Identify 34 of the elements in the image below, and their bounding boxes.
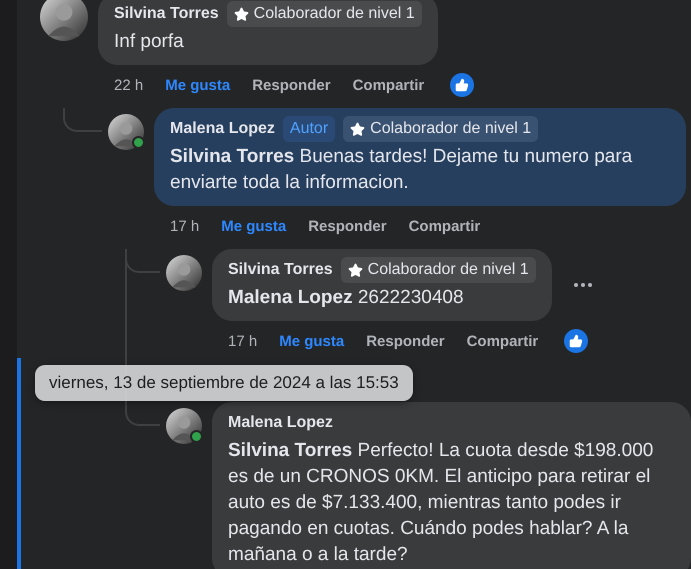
avatar[interactable]	[40, 0, 88, 41]
author-name[interactable]: Silvina Torres	[228, 261, 333, 279]
comment-text: Malena Lopez 2622230408	[228, 286, 465, 310]
comment-text: Silvina Torres Perfecto! La cuota desde $198.000 es de un CRONOS 0KM. El anticipo para retirar el auto es de $7.133.400, mientras tanto podes ir pagando en cuotas. Cuándo podes hablar? A la mañana o a la tarde?	[228, 439, 654, 567]
action-link[interactable]: Me gusta	[221, 218, 286, 234]
star-icon	[348, 262, 363, 278]
like-reaction-icon[interactable]	[564, 329, 588, 353]
author-badge: Autor	[282, 116, 336, 142]
badge-label: Colaborador de nivel 1	[368, 261, 529, 279]
action-link[interactable]: Me gusta	[165, 76, 230, 94]
action-link[interactable]: Responder	[366, 332, 445, 350]
action-link[interactable]: Responder	[252, 76, 331, 94]
author-name[interactable]: Malena Lopez	[228, 414, 333, 432]
avatar[interactable]	[166, 255, 202, 291]
avatar[interactable]	[166, 408, 202, 444]
action-link[interactable]: Me gusta	[279, 332, 344, 350]
like-reaction-icon[interactable]	[450, 73, 474, 97]
badge-label: Colaborador de nivel 1	[254, 5, 415, 23]
avatar[interactable]	[108, 114, 144, 150]
badge-label: Colaborador de nivel 1	[370, 120, 532, 138]
author-name[interactable]: Silvina Torres	[114, 5, 219, 23]
comment-time[interactable]: 17 h	[228, 332, 258, 350]
comment-text: Silvina Torres Buenas tardes! Dejame tu numero para enviarte toda la informacion.	[170, 145, 634, 195]
action-link[interactable]: Compartir	[352, 76, 424, 94]
date-tooltip: viernes, 13 de septiembre de 2024 a las 15:53	[35, 365, 413, 401]
action-link[interactable]: Compartir	[466, 332, 538, 350]
star-icon	[350, 122, 366, 136]
comment-time[interactable]: 17 h	[170, 218, 200, 234]
star-icon	[234, 6, 249, 22]
author-name[interactable]: Malena Lopez	[170, 120, 275, 138]
comment-time[interactable]: 22 h	[114, 76, 144, 94]
action-link[interactable]: Compartir	[408, 218, 480, 234]
comment-text: Inf porfa	[114, 30, 185, 54]
action-link[interactable]: Responder	[308, 218, 387, 234]
